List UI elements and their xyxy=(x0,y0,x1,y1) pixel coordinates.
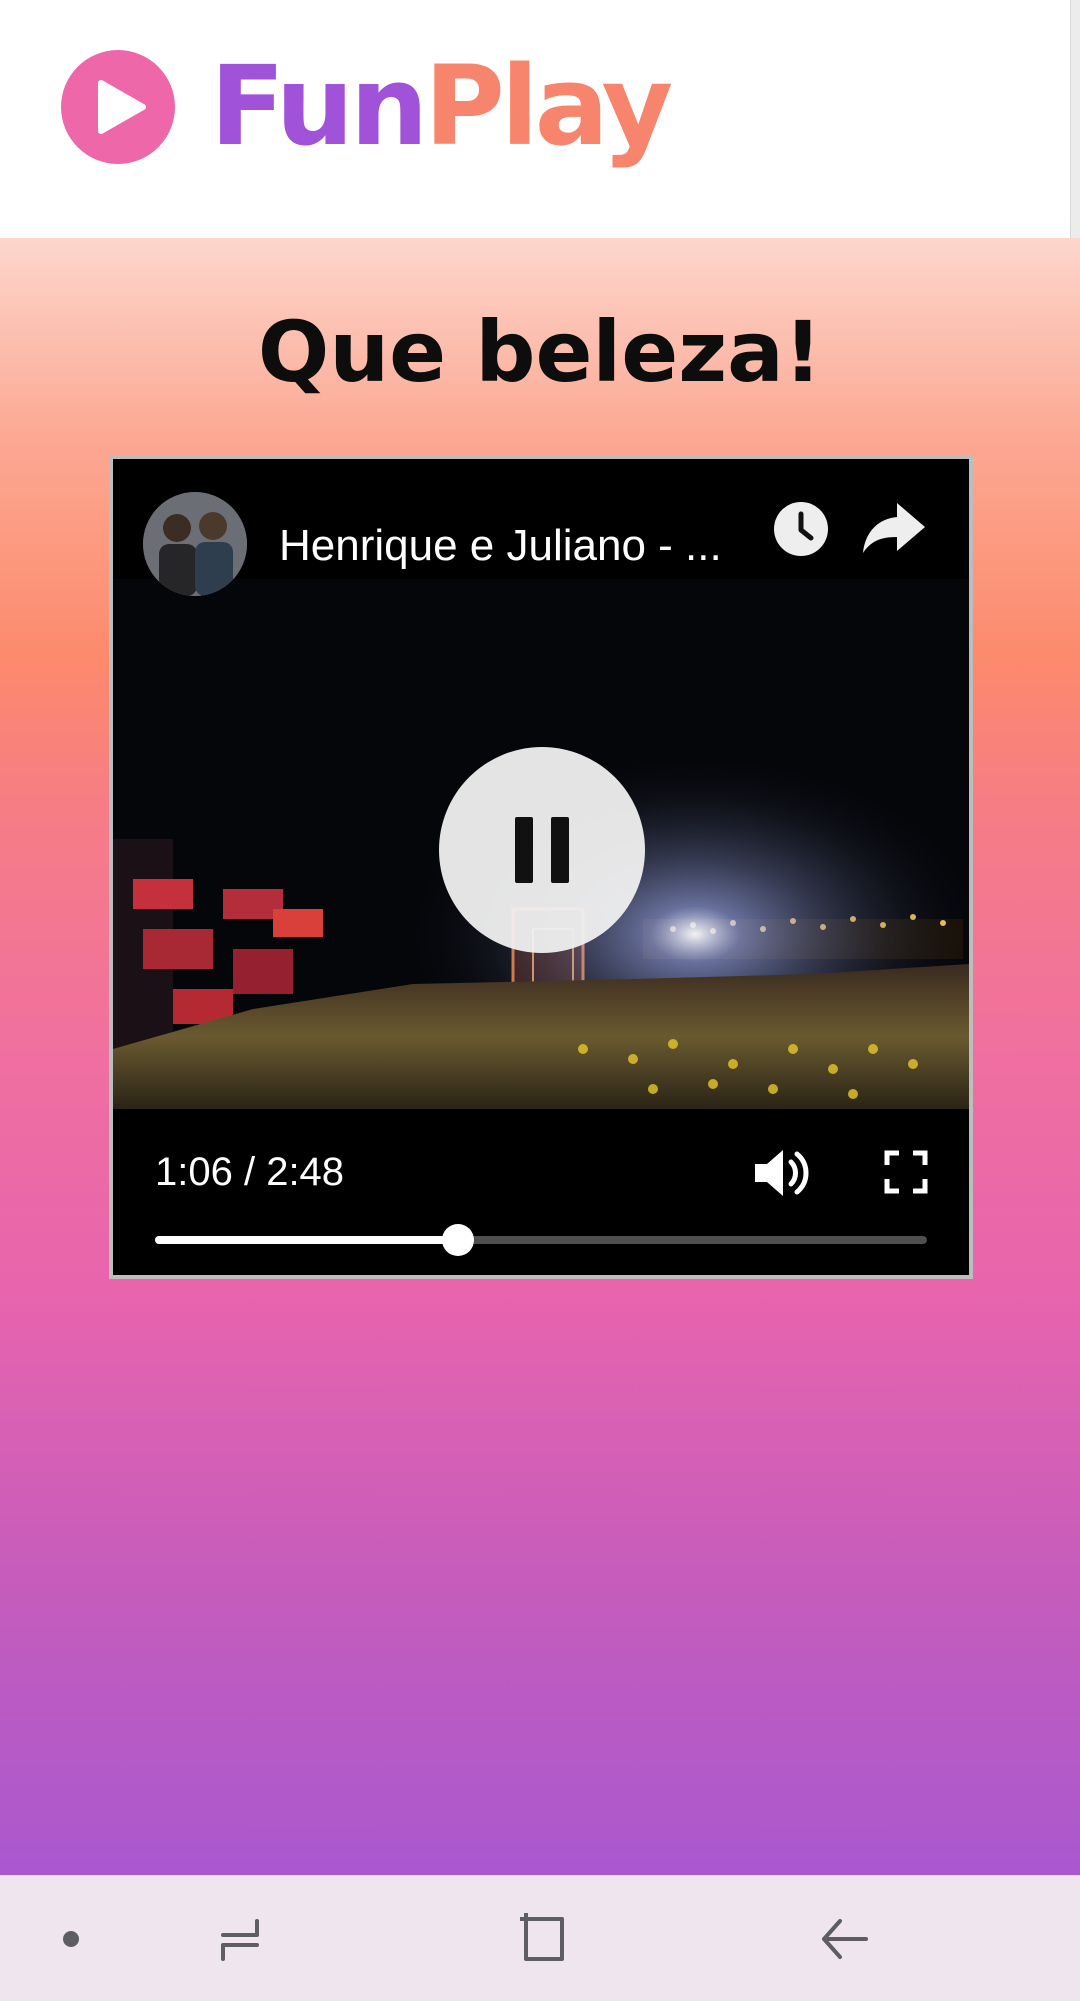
avatar-photo xyxy=(143,492,247,596)
home-icon[interactable] xyxy=(516,1913,568,1965)
seek-bar[interactable] xyxy=(155,1224,927,1256)
video-player[interactable]: Henrique e Juliano - ... 1:06 / 2:48 xyxy=(109,455,973,1279)
page-title: Que beleza! xyxy=(257,303,823,401)
dot-icon[interactable] xyxy=(63,1931,79,1947)
recents-icon[interactable] xyxy=(215,1915,265,1965)
share-icon[interactable] xyxy=(859,495,929,559)
app-logo-text: FunPlay xyxy=(210,36,673,176)
seek-progress xyxy=(155,1236,459,1244)
time-display: 1:06 / 2:48 xyxy=(155,1150,345,1194)
back-icon[interactable] xyxy=(818,1913,870,1965)
pause-button[interactable] xyxy=(439,747,645,953)
volume-icon[interactable] xyxy=(751,1146,811,1200)
video-title[interactable]: Henrique e Juliano - ... xyxy=(279,519,759,573)
logo-text-play: Play xyxy=(424,42,673,170)
channel-avatar-icon[interactable] xyxy=(143,492,247,596)
play-logo-icon xyxy=(61,50,175,164)
logo-text-fun: Fun xyxy=(210,42,428,170)
clock-icon[interactable] xyxy=(769,497,833,561)
system-navigation-bar xyxy=(0,1875,1080,2001)
main-content: Que beleza! Henrique e Juliano - ... 1:0… xyxy=(0,238,1080,1875)
app-header: FunPlay xyxy=(0,0,1070,238)
fullscreen-icon[interactable] xyxy=(883,1149,929,1195)
